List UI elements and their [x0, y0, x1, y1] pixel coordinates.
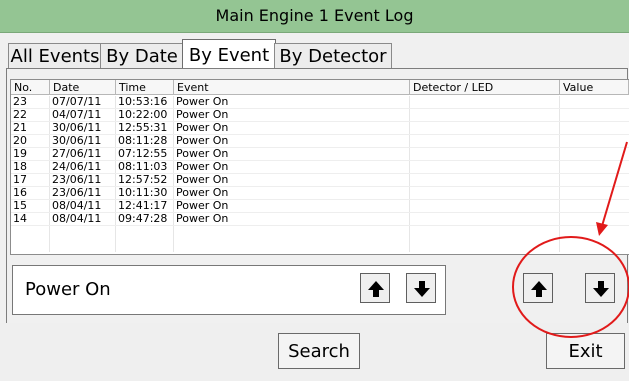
column-header-event[interactable]: Event [174, 80, 410, 95]
tab-all-events[interactable]: All Events [8, 43, 102, 70]
cell-date: 30/06/11 [52, 121, 102, 134]
cell-date: 23/06/11 [52, 173, 102, 186]
cell-date: 04/07/11 [52, 108, 102, 121]
cell-time: 08:11:28 [118, 134, 168, 147]
arrow-up-icon [531, 281, 547, 297]
cell-time: 07:12:55 [118, 147, 168, 160]
search-button[interactable]: Search [278, 333, 360, 369]
column-header-time[interactable]: Time [116, 80, 174, 95]
table-row[interactable]: 18 24/06/11 08:11:03 Power On [11, 161, 629, 174]
column-header-value[interactable]: Value [560, 80, 629, 95]
table-row[interactable]: 22 04/07/11 10:22:00 Power On [11, 109, 629, 122]
event-table[interactable]: No. Date Time Event Detector / LED Value… [10, 79, 629, 255]
cell-event: Power On [176, 108, 229, 121]
cell-date: 08/04/11 [52, 199, 102, 212]
column-header-date[interactable]: Date [50, 80, 116, 95]
table-row[interactable]: 17 23/06/11 12:57:52 Power On [11, 174, 629, 187]
cell-time: 12:41:17 [118, 199, 168, 212]
cell-event: Power On [176, 121, 229, 134]
cell-date: 27/06/11 [52, 147, 102, 160]
cell-time: 12:57:52 [118, 173, 168, 186]
cell-time: 12:55:31 [118, 121, 168, 134]
arrow-down-icon [414, 281, 430, 297]
cell-event: Power On [176, 212, 229, 225]
cell-time: 10:11:30 [118, 186, 168, 199]
table-row[interactable]: 21 30/06/11 12:55:31 Power On [11, 122, 629, 135]
selected-event-label: Power On [25, 279, 111, 300]
cell-event: Power On [176, 173, 229, 186]
table-row[interactable]: 19 27/06/11 07:12:55 Power On [11, 148, 629, 161]
table-row[interactable]: 15 08/04/11 12:41:17 Power On [11, 200, 629, 213]
table-row[interactable]: 14 08/04/11 09:47:28 Power On [11, 213, 629, 226]
table-header: No. Date Time Event Detector / LED Value [11, 80, 629, 96]
event-log-window: Main Engine 1 Event Log All Events By Da… [0, 0, 629, 381]
arrow-down-icon [593, 281, 609, 297]
tab-by-detector[interactable]: By Detector [274, 43, 392, 70]
tab-by-event[interactable]: By Event [182, 39, 276, 71]
cell-event: Power On [176, 134, 229, 147]
arrow-up-icon [368, 281, 384, 297]
cell-no: 15 [13, 199, 27, 212]
cell-no: 17 [13, 173, 27, 186]
exit-button[interactable]: Exit [546, 333, 625, 369]
cell-date: 07/07/11 [52, 95, 102, 108]
cell-event: Power On [176, 95, 229, 108]
title-bar: Main Engine 1 Event Log [0, 0, 629, 33]
table-row[interactable]: 16 23/06/11 10:11:30 Power On [11, 187, 629, 200]
cell-time: 08:11:03 [118, 160, 168, 173]
table-row[interactable]: 23 07/07/11 10:53:16 Power On [11, 96, 629, 109]
cell-no: 23 [13, 95, 27, 108]
cell-event: Power On [176, 186, 229, 199]
cell-no: 16 [13, 186, 27, 199]
cell-no: 20 [13, 134, 27, 147]
cell-no: 21 [13, 121, 27, 134]
cell-no: 18 [13, 160, 27, 173]
cell-event: Power On [176, 199, 229, 212]
cell-date: 24/06/11 [52, 160, 102, 173]
event-up-button[interactable] [360, 273, 390, 303]
cell-no: 19 [13, 147, 27, 160]
cell-date: 30/06/11 [52, 134, 102, 147]
cell-date: 23/06/11 [52, 186, 102, 199]
cell-time: 09:47:28 [118, 212, 168, 225]
window-title: Main Engine 1 Event Log [215, 6, 414, 25]
cell-no: 14 [13, 212, 27, 225]
cell-time: 10:53:16 [118, 95, 168, 108]
cell-time: 10:22:00 [118, 108, 168, 121]
tab-by-date[interactable]: By Date [100, 43, 184, 70]
scroll-down-button[interactable] [585, 273, 615, 303]
cell-event: Power On [176, 160, 229, 173]
column-header-no[interactable]: No. [11, 80, 50, 95]
cell-date: 08/04/11 [52, 212, 102, 225]
table-row[interactable]: 20 30/06/11 08:11:28 Power On [11, 135, 629, 148]
cell-no: 22 [13, 108, 27, 121]
scroll-up-button[interactable] [523, 273, 553, 303]
column-header-detector-led[interactable]: Detector / LED [410, 80, 560, 95]
event-down-button[interactable] [406, 273, 436, 303]
cell-event: Power On [176, 147, 229, 160]
